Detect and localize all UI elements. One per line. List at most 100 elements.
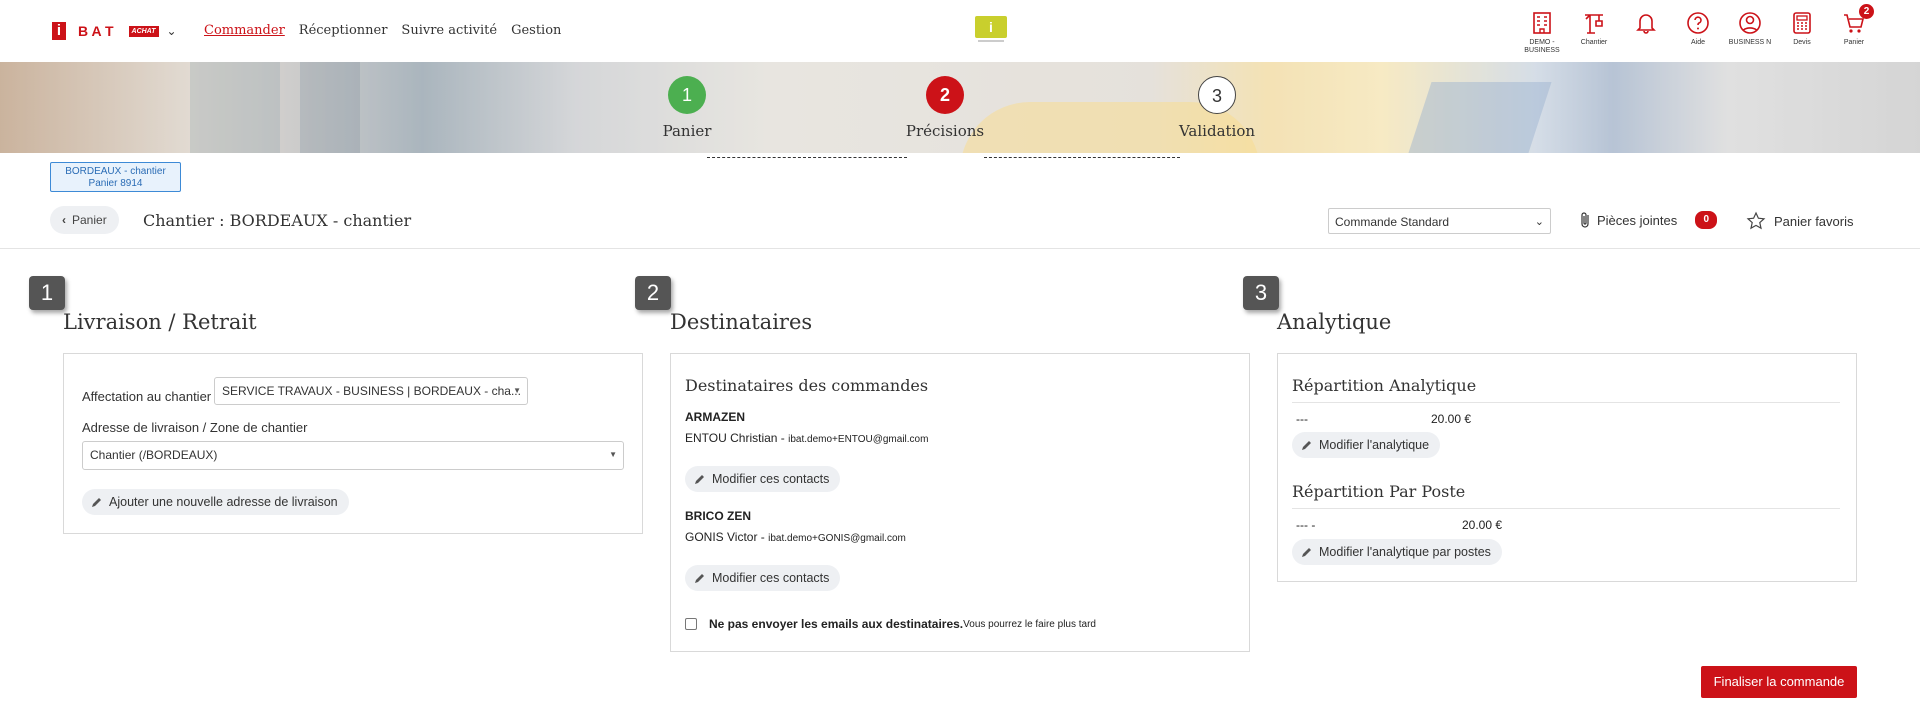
chevron-down-icon: ⌄ bbox=[1534, 216, 1544, 228]
add-address-label: Ajouter une nouvelle adresse de livraiso… bbox=[109, 495, 338, 509]
address-value: Chantier (/BORDEAUX) bbox=[90, 448, 218, 462]
recipient-company: BRICO ZEN bbox=[685, 509, 751, 523]
tool-chantier-label: Chantier bbox=[1580, 39, 1608, 46]
recipient-company: ARMAZEN bbox=[685, 410, 745, 424]
poste-subtitle: Répartition Par Poste bbox=[1292, 482, 1466, 501]
building-icon bbox=[1533, 12, 1551, 34]
analytic-row-label: --- bbox=[1296, 412, 1308, 426]
logo-i-mark: i bbox=[52, 22, 66, 40]
analytic-subtitle: Répartition Analytique bbox=[1292, 376, 1477, 395]
no-email-hint: Vous pourrez le faire plus tard bbox=[963, 618, 1096, 630]
dropdown-arrow-icon: ▼ bbox=[609, 450, 617, 459]
no-email-label: Ne pas envoyer les emails aux destinatai… bbox=[709, 617, 964, 631]
edit-contacts-label: Modifier ces contacts bbox=[712, 571, 830, 585]
section-2-title: Destinataires bbox=[670, 310, 813, 334]
recipient-contact: GONIS Victor - ibat.demo+GONIS@gmail.com bbox=[685, 530, 906, 544]
address-select[interactable]: Chantier (/BORDEAUX) ▼ bbox=[82, 441, 624, 470]
no-email-checkbox[interactable] bbox=[685, 618, 697, 630]
page-title: Chantier : BORDEAUX - chantier bbox=[143, 211, 412, 230]
attachments-button[interactable]: Pièces jointes 0 bbox=[1579, 211, 1718, 229]
affectation-label: Affectation au chantier bbox=[82, 389, 212, 404]
tool-devis[interactable]: Devis bbox=[1776, 10, 1828, 55]
finalize-order-button[interactable]: Finaliser la commande bbox=[1701, 666, 1857, 698]
poste-row-value: 20.00 € bbox=[1462, 518, 1503, 532]
divider bbox=[0, 248, 1920, 249]
tool-cart-label: Panier bbox=[1843, 39, 1865, 46]
tool-help[interactable]: Aide bbox=[1672, 10, 1724, 55]
nav-receptionner[interactable]: Réceptionner bbox=[299, 23, 388, 38]
edit-analytic-postes-button[interactable]: Modifier l'analytique par postes bbox=[1292, 539, 1502, 565]
back-to-panier-button[interactable]: ‹ Panier bbox=[50, 206, 119, 234]
tool-chantier[interactable]: Chantier bbox=[1568, 10, 1620, 55]
header-tools: DEMO - BUSINESS Chantier Aide BUSINESS N… bbox=[1516, 4, 1880, 55]
ibat-logo[interactable]: i B A T ACHAT ⌄ bbox=[52, 22, 177, 40]
recipient-contact-name: GONIS Victor - bbox=[685, 530, 769, 544]
chevron-left-icon: ‹ bbox=[62, 213, 66, 227]
basket-tag-number: Panier 8914 bbox=[88, 178, 143, 189]
tool-company[interactable]: DEMO - BUSINESS bbox=[1516, 10, 1568, 55]
paperclip-icon bbox=[1581, 212, 1589, 228]
pencil-icon bbox=[1302, 441, 1311, 450]
step-3-circle[interactable]: 3 bbox=[1198, 76, 1236, 114]
tool-company-label: DEMO - BUSINESS bbox=[1524, 39, 1560, 54]
section-1-number: 1 bbox=[29, 276, 65, 310]
step-2-circle[interactable]: 2 bbox=[926, 76, 964, 114]
pencil-icon bbox=[1302, 548, 1311, 557]
nav-gestion[interactable]: Gestion bbox=[511, 23, 561, 38]
info-icon[interactable]: i bbox=[975, 16, 1007, 42]
order-type-select[interactable]: Commande Standard ⌄ bbox=[1328, 208, 1551, 234]
delivery-panel: Affectation au chantier SERVICE TRAVAUX … bbox=[63, 353, 643, 534]
edit-contacts-label: Modifier ces contacts bbox=[712, 472, 830, 486]
logo-achat-tag: ACHAT bbox=[128, 25, 159, 37]
step-connector bbox=[707, 157, 907, 158]
pencil-icon bbox=[92, 498, 101, 507]
recipient-contact-email: ibat.demo+ENTOU@gmail.com bbox=[788, 434, 929, 445]
favorites-button[interactable]: Panier favoris bbox=[1746, 211, 1853, 231]
top-header: i B A T ACHAT ⌄ Commander Réceptionner S… bbox=[0, 0, 1920, 62]
edit-analytic-postes-label: Modifier l'analytique par postes bbox=[1319, 545, 1491, 559]
step-connector bbox=[984, 157, 1180, 158]
user-icon bbox=[1739, 12, 1761, 34]
main-nav: Commander Réceptionner Suivre activité G… bbox=[204, 23, 561, 38]
tool-notifications[interactable] bbox=[1620, 10, 1672, 55]
back-button-label: Panier bbox=[72, 213, 107, 227]
nav-commander[interactable]: Commander bbox=[204, 23, 285, 38]
chevron-down-icon[interactable]: ⌄ bbox=[167, 24, 177, 38]
tool-devis-label: Devis bbox=[1793, 39, 1811, 46]
dropdown-arrow-icon: ▼ bbox=[513, 386, 521, 395]
add-address-button[interactable]: Ajouter une nouvelle adresse de livraiso… bbox=[82, 489, 349, 515]
section-2-number: 2 bbox=[635, 276, 671, 310]
address-label: Adresse de livraison / Zone de chantier bbox=[82, 420, 308, 435]
nav-suivre-activite[interactable]: Suivre activité bbox=[401, 23, 497, 38]
order-stepper: 1 Panier 2 Précisions 3 Validation bbox=[0, 62, 1920, 158]
step-1-circle[interactable]: 1 bbox=[668, 76, 706, 114]
recipients-subtitle: Destinataires des commandes bbox=[685, 376, 929, 395]
tool-account[interactable]: BUSINESS N bbox=[1724, 10, 1776, 55]
step-1-label: Panier bbox=[662, 122, 712, 140]
poste-row-label: --- - bbox=[1296, 518, 1316, 532]
affectation-value: SERVICE TRAVAUX - BUSINESS | BORDEAUX - … bbox=[222, 384, 521, 398]
edit-analytic-button[interactable]: Modifier l'analytique bbox=[1292, 432, 1441, 458]
help-icon bbox=[1687, 12, 1709, 34]
analytic-row-value: 20.00 € bbox=[1431, 412, 1472, 426]
edit-contacts-button[interactable]: Modifier ces contacts bbox=[685, 565, 841, 591]
step-2-label: Précisions bbox=[905, 122, 985, 140]
bell-icon bbox=[1636, 14, 1656, 34]
divider bbox=[1292, 402, 1840, 403]
tool-help-label: Aide bbox=[1690, 39, 1705, 46]
edit-contacts-button[interactable]: Modifier ces contacts bbox=[685, 466, 841, 492]
pencil-icon bbox=[695, 574, 704, 583]
favorites-label: Panier favoris bbox=[1774, 213, 1854, 229]
no-email-option: Ne pas envoyer les emails aux destinatai… bbox=[685, 617, 1096, 631]
recipients-panel: Destinataires des commandes ARMAZEN ENTO… bbox=[670, 353, 1250, 652]
attachments-count-badge: 0 bbox=[1695, 211, 1718, 229]
pencil-icon bbox=[695, 475, 704, 484]
tool-cart[interactable]: 2 Panier bbox=[1828, 4, 1880, 55]
section-1-title: Livraison / Retrait bbox=[63, 310, 257, 334]
step-3-label: Validation bbox=[1178, 122, 1256, 140]
affectation-select[interactable]: SERVICE TRAVAUX - BUSINESS | BORDEAUX - … bbox=[214, 377, 528, 405]
section-3-number: 3 bbox=[1243, 276, 1279, 310]
recipient-contact: ENTOU Christian - ibat.demo+ENTOU@gmail.… bbox=[685, 431, 928, 445]
basket-tag[interactable]: BORDEAUX - chantier Panier 8914 bbox=[50, 162, 181, 192]
divider bbox=[1292, 508, 1840, 509]
